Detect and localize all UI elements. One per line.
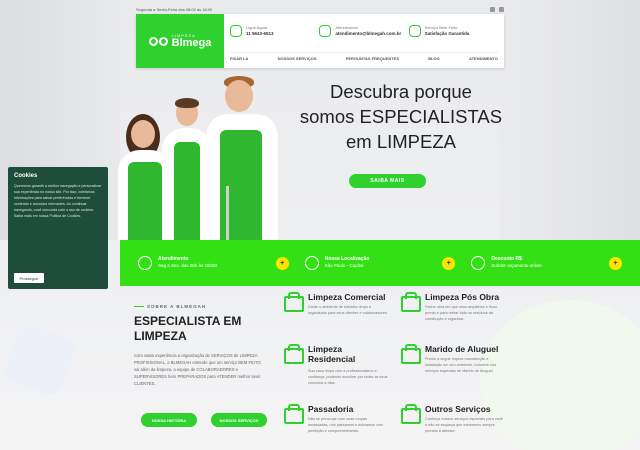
about-eyebrow: SOBRE A BLMEGAH <box>134 304 206 309</box>
background-decoration-small <box>1 321 79 399</box>
social-links <box>490 6 504 12</box>
cookie-title: Cookies <box>14 173 38 179</box>
band-item-location: Nossa Localização São Paulo - Capital + <box>297 256 464 270</box>
nav-item[interactable]: BLOG <box>428 56 440 62</box>
cookie-accept-button[interactable]: Prosseguir <box>14 273 44 283</box>
building-icon <box>282 292 304 312</box>
facebook-icon[interactable] <box>490 6 495 12</box>
clock-icon <box>138 256 152 270</box>
site-logo[interactable]: LIMPEZA Blmega <box>136 14 224 68</box>
learn-more-button[interactable]: SAIBA MAIS <box>349 174 426 188</box>
expand-button[interactable]: + <box>442 256 456 270</box>
tag-icon <box>471 256 486 270</box>
contact-guarantee: Serviço Bem Feito Satisfação Garantida <box>408 20 498 42</box>
nav-item[interactable]: NOSSOS SERVIÇOS <box>278 56 317 62</box>
site-header: LIMPEZA Blmega Ligue Agora 11 9643-6513 A… <box>136 14 504 68</box>
business-hours: Segunda a Sexta-Feira das 08:00 às 18:00 <box>136 6 213 12</box>
our-history-button[interactable]: NOSSA HISTÓRIA <box>141 413 197 427</box>
expand-button[interactable]: + <box>609 256 623 270</box>
main-nav: FIXAR LA NOSSOS SERVIÇOS PERGUNTAS FREQU… <box>230 52 498 62</box>
tools-icon <box>399 404 421 424</box>
mop-handle <box>226 186 229 240</box>
logo-text: LIMPEZA Blmega <box>171 32 212 49</box>
our-services-button[interactable]: NOSSOS SERVIÇOS <box>211 413 267 427</box>
cookie-banner: Cookies Queremos garantir a melhor naveg… <box>8 167 108 289</box>
nav-item[interactable]: PERGUNTAS FREQUENTES <box>346 56 399 62</box>
expand-button[interactable]: + <box>275 256 289 270</box>
thumbs-up-icon <box>408 25 421 37</box>
buildings-icon <box>399 292 421 312</box>
nav-item[interactable]: ATENDIMENTO <box>469 56 498 62</box>
contact-email[interactable]: Atendimento atendimento@blmegah.com.br <box>319 20 408 42</box>
info-band: Atendimento Seg a Sex. das 08h às 18h00 +… <box>120 240 640 286</box>
header-contacts: Ligue Agora 11 9643-6513 Atendimento atend… <box>230 20 498 42</box>
email-icon <box>319 25 332 37</box>
background-wall-right <box>500 0 640 240</box>
instagram-icon[interactable] <box>499 6 504 12</box>
logo-bubbles-icon <box>148 36 168 46</box>
contact-phone[interactable]: Ligue Agora 11 9643-6513 <box>230 20 319 42</box>
hero-headline: Descubra porque somos ESPECIALISTAS em L… <box>299 81 503 152</box>
band-item-hours: Atendimento Seg a Sex. das 08h às 18h00 + <box>130 256 297 270</box>
team-member-woman <box>116 114 174 240</box>
phone-icon <box>230 25 242 37</box>
about-text: Com vasta experiência a organização de S… <box>134 353 261 386</box>
iron-icon <box>282 404 304 424</box>
cookie-text: Queremos garantir a melhor navegação e p… <box>14 184 102 218</box>
home-icon <box>304 256 319 270</box>
toolbox-icon <box>399 344 421 364</box>
top-info-bar: Segunda a Sexta-Feira das 08:00 às 18:00 <box>136 4 504 14</box>
nav-item[interactable]: FIXAR LA <box>230 56 248 62</box>
about-title: ESPECIALISTA EM LIMPEZA <box>134 314 242 343</box>
house-icon <box>282 344 304 364</box>
band-item-discount: Desconto R$ Solicite orçamento online + <box>463 256 630 270</box>
team-member-front <box>202 76 282 240</box>
hero-cleaning-team-image <box>110 72 295 240</box>
